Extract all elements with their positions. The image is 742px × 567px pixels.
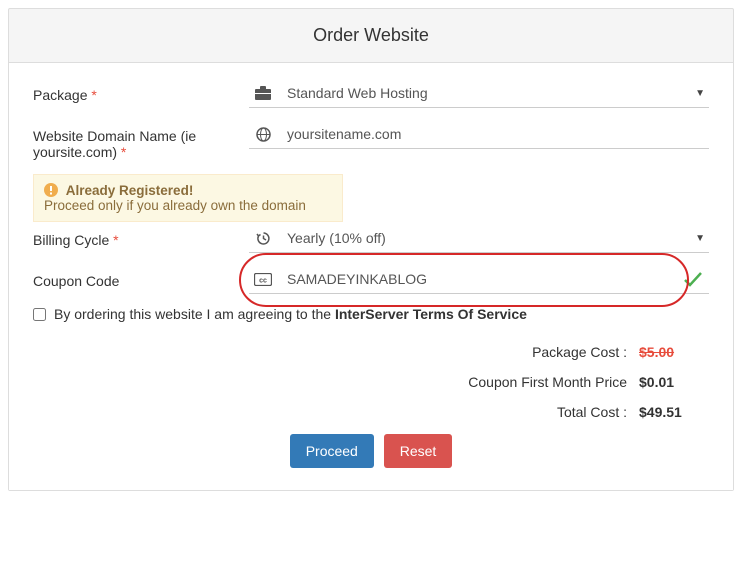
total-cost-value: $49.51 <box>639 404 709 420</box>
package-row: Package * Standard Web Hosting ▼ <box>33 81 709 108</box>
billing-value: Yearly (10% off) <box>277 230 695 246</box>
coupon-price-line: Coupon First Month Price $0.01 <box>33 374 709 390</box>
briefcase-icon <box>249 86 277 100</box>
reset-button[interactable]: Reset <box>384 434 453 468</box>
domain-registered-alert: Already Registered! Proceed only if you … <box>33 174 343 222</box>
coupon-row: Coupon Code cc SAMADEYINKABLOG <box>33 267 709 294</box>
order-panel: Order Website Package * Standard Web Hos… <box>8 8 734 491</box>
alert-title: Already Registered! <box>66 183 194 198</box>
globe-icon <box>249 127 277 142</box>
coupon-price-label: Coupon First Month Price <box>468 374 627 390</box>
coupon-label-text: Coupon Code <box>33 273 119 289</box>
svg-text:cc: cc <box>259 277 267 284</box>
history-icon <box>249 231 277 246</box>
chevron-down-icon: ▼ <box>695 88 709 99</box>
cc-icon: cc <box>249 273 277 286</box>
page-title: Order Website <box>9 9 733 62</box>
terms-link[interactable]: InterServer Terms Of Service <box>335 306 527 322</box>
domain-value: yoursitename.com <box>277 126 709 142</box>
billing-label-text: Billing Cycle <box>33 232 109 248</box>
price-summary: Package Cost : $5.00 Coupon First Month … <box>33 344 709 420</box>
coupon-price-value: $0.01 <box>639 374 709 390</box>
proceed-button[interactable]: Proceed <box>290 434 374 468</box>
check-icon <box>683 271 709 287</box>
total-cost-label: Total Cost : <box>557 404 627 420</box>
agree-checkbox[interactable] <box>33 308 46 321</box>
domain-row: Website Domain Name (ie yoursite.com) * … <box>33 122 709 160</box>
chevron-down-icon: ▼ <box>695 233 709 244</box>
package-select[interactable]: Standard Web Hosting ▼ <box>249 81 709 108</box>
coupon-label: Coupon Code <box>33 267 249 289</box>
required-mark: * <box>113 232 118 248</box>
agree-label[interactable]: By ordering this website I am agreeing t… <box>54 306 527 322</box>
package-label: Package * <box>33 81 249 103</box>
agree-text: By ordering this website I am agreeing t… <box>54 306 335 322</box>
agreement-row: By ordering this website I am agreeing t… <box>33 306 709 322</box>
billing-label: Billing Cycle * <box>33 226 249 248</box>
required-mark: * <box>91 87 96 103</box>
required-mark: * <box>121 144 126 160</box>
billing-row: Billing Cycle * Yearly (10% off) ▼ <box>33 226 709 253</box>
package-value: Standard Web Hosting <box>277 85 695 101</box>
button-row: Proceed Reset <box>33 434 709 468</box>
package-cost-label: Package Cost : <box>532 344 627 360</box>
warning-icon <box>44 183 62 198</box>
alert-body: Proceed only if you already own the doma… <box>44 198 332 213</box>
domain-label: Website Domain Name (ie yoursite.com) * <box>33 122 249 160</box>
domain-label-text: Website Domain Name (ie yoursite.com) <box>33 128 196 160</box>
package-label-text: Package <box>33 87 87 103</box>
coupon-value: SAMADEYINKABLOG <box>277 271 683 287</box>
package-cost-value: $5.00 <box>639 344 709 360</box>
total-cost-line: Total Cost : $49.51 <box>33 404 709 420</box>
domain-input[interactable]: yoursitename.com <box>249 122 709 149</box>
coupon-input[interactable]: cc SAMADEYINKABLOG <box>249 267 709 294</box>
billing-select[interactable]: Yearly (10% off) ▼ <box>249 226 709 253</box>
package-cost-line: Package Cost : $5.00 <box>33 344 709 360</box>
